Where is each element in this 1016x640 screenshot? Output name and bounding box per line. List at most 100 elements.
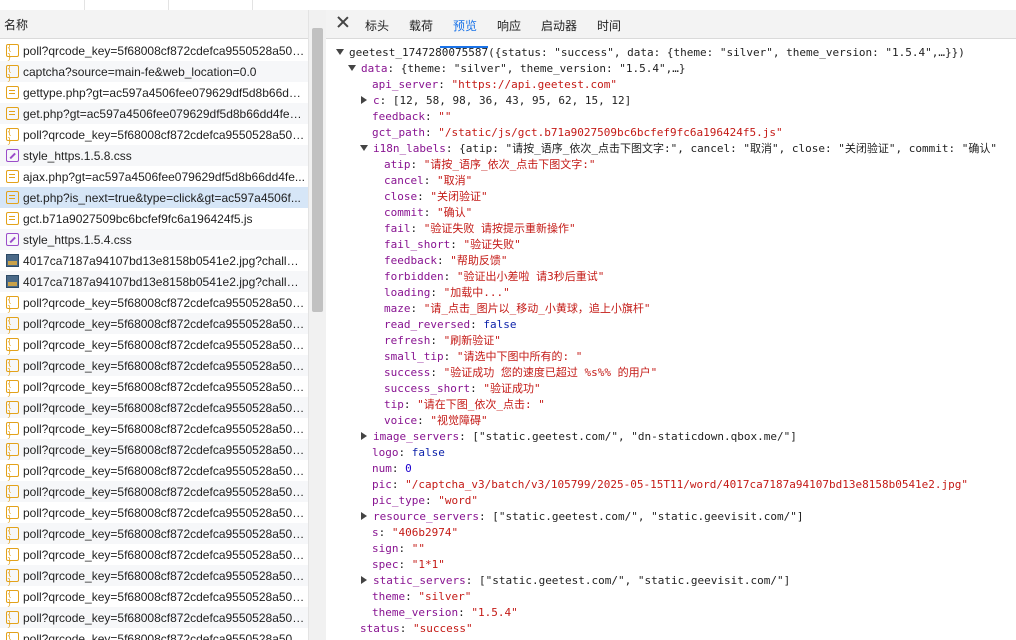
tree-line[interactable]: static_servers: ["static.geetest.com/", … bbox=[360, 573, 790, 589]
expanded-arrow-icon[interactable] bbox=[348, 65, 356, 71]
fetch-icon bbox=[6, 43, 19, 61]
request-row[interactable]: poll?qrcode_key=5f68008cf872cdefca955052… bbox=[0, 124, 308, 145]
request-row[interactable]: poll?qrcode_key=5f68008cf872cdefca955052… bbox=[0, 586, 308, 607]
request-name: 4017ca7187a94107bd13e8158b0541e2.jpg?cha… bbox=[23, 274, 305, 289]
json-value: : bbox=[424, 126, 439, 139]
tree-line: atip: "请按_语序_依次_点击下图文字:" bbox=[384, 157, 596, 173]
collapsed-arrow-icon[interactable] bbox=[361, 432, 367, 440]
request-row[interactable]: 4017ca7187a94107bd13e8158b0541e2.jpg?cha… bbox=[0, 250, 308, 271]
tab-payload[interactable]: 载荷 bbox=[409, 17, 433, 34]
request-row[interactable]: poll?qrcode_key=5f68008cf872cdefca955052… bbox=[0, 460, 308, 481]
request-row[interactable]: poll?qrcode_key=5f68008cf872cdefca955052… bbox=[0, 628, 308, 640]
tree-line[interactable]: geetest_1747280075587({status: "success"… bbox=[336, 45, 965, 61]
request-name: poll?qrcode_key=5f68008cf872cdefca955052… bbox=[23, 43, 305, 58]
request-name: poll?qrcode_key=5f68008cf872cdefca955052… bbox=[23, 547, 305, 562]
json-value: "关闭验证" bbox=[430, 190, 488, 203]
expanded-arrow-icon[interactable] bbox=[336, 49, 344, 55]
request-row[interactable]: poll?qrcode_key=5f68008cf872cdefca955052… bbox=[0, 481, 308, 502]
column-name-header[interactable]: 名称 bbox=[4, 16, 28, 33]
request-row[interactable]: poll?qrcode_key=5f68008cf872cdefca955052… bbox=[0, 523, 308, 544]
request-row[interactable]: poll?qrcode_key=5f68008cf872cdefca955052… bbox=[0, 355, 308, 376]
json-key: forbidden bbox=[384, 270, 444, 283]
tree-line: small_tip: "请选中下图中所有的: " bbox=[384, 349, 582, 365]
json-value: : bbox=[410, 158, 424, 171]
request-name: poll?qrcode_key=5f68008cf872cdefca955052… bbox=[23, 316, 305, 331]
collapsed-arrow-icon[interactable] bbox=[361, 576, 367, 584]
tab-response[interactable]: 响应 bbox=[497, 17, 521, 34]
request-name: poll?qrcode_key=5f68008cf872cdefca955052… bbox=[23, 400, 305, 415]
request-row[interactable]: poll?qrcode_key=5f68008cf872cdefca955052… bbox=[0, 607, 308, 628]
request-row[interactable]: get.php?gt=ac597a4506fee079629df5d8b66dd… bbox=[0, 103, 308, 124]
request-row[interactable]: gct.b71a9027509bc6bcfef9fc6a196424f5.js bbox=[0, 208, 308, 229]
tree-line: sign: "" bbox=[372, 541, 425, 557]
tab-initiator[interactable]: 启动器 bbox=[541, 17, 577, 34]
json-key: tip bbox=[384, 398, 404, 411]
json-key: theme_version bbox=[372, 606, 459, 619]
request-row[interactable]: poll?qrcode_key=5f68008cf872cdefca955052… bbox=[0, 439, 308, 460]
request-list-header[interactable]: 名称 bbox=[0, 10, 308, 39]
request-row[interactable]: get.php?is_next=true&type=click&gt=ac597… bbox=[0, 187, 308, 208]
json-key: data bbox=[361, 62, 388, 75]
expanded-arrow-icon[interactable] bbox=[360, 145, 368, 151]
json-key: cancel bbox=[384, 174, 424, 187]
request-list-scrollbar[interactable] bbox=[308, 10, 326, 640]
request-name: poll?qrcode_key=5f68008cf872cdefca955052… bbox=[23, 379, 305, 394]
tab-timing[interactable]: 时间 bbox=[597, 17, 621, 34]
request-row[interactable]: poll?qrcode_key=5f68008cf872cdefca955052… bbox=[0, 565, 308, 586]
tab-headers[interactable]: 标头 bbox=[365, 17, 389, 34]
request-row[interactable]: ajax.php?gt=ac597a4506fee079629df5d8b66d… bbox=[0, 166, 308, 187]
request-name: poll?qrcode_key=5f68008cf872cdefca955052… bbox=[23, 526, 305, 541]
request-row[interactable]: style_https.1.5.8.css bbox=[0, 145, 308, 166]
tree-line: theme: "silver" bbox=[372, 589, 471, 605]
request-name: poll?qrcode_key=5f68008cf872cdefca955052… bbox=[23, 463, 305, 478]
request-row[interactable]: poll?qrcode_key=5f68008cf872cdefca955052… bbox=[0, 397, 308, 418]
json-value: : bbox=[470, 382, 484, 395]
tree-line: success: "验证成功 您的速度已超过 %s%% 的用户" bbox=[384, 365, 657, 381]
request-row[interactable]: poll?qrcode_key=5f68008cf872cdefca955052… bbox=[0, 544, 308, 565]
request-row[interactable]: captcha?source=main-fe&web_location=0.0 bbox=[0, 61, 308, 82]
tree-line: theme_version: "1.5.4" bbox=[372, 605, 518, 621]
fetch-icon bbox=[6, 505, 19, 523]
tree-line: close: "关闭验证" bbox=[384, 189, 488, 205]
request-row[interactable]: poll?qrcode_key=5f68008cf872cdefca955052… bbox=[0, 418, 308, 439]
close-icon[interactable] bbox=[336, 15, 350, 29]
request-row[interactable]: poll?qrcode_key=5f68008cf872cdefca955052… bbox=[0, 40, 308, 61]
json-value: "406b2974" bbox=[391, 526, 459, 539]
scrollbar-thumb[interactable] bbox=[312, 28, 323, 312]
json-key: maze bbox=[384, 302, 411, 315]
json-value: : bbox=[458, 606, 472, 619]
fetch-icon bbox=[6, 127, 19, 145]
tree-line[interactable]: data: {theme: "silver", theme_version: "… bbox=[348, 61, 686, 77]
collapsed-arrow-icon[interactable] bbox=[361, 96, 367, 104]
fetch-icon bbox=[6, 400, 19, 418]
json-value: : bbox=[405, 590, 419, 603]
request-name: poll?qrcode_key=5f68008cf872cdefca955052… bbox=[23, 421, 305, 436]
tree-line: pic: "/captcha_v3/batch/v3/105799/2025-0… bbox=[372, 477, 968, 493]
request-row[interactable]: poll?qrcode_key=5f68008cf872cdefca955052… bbox=[0, 502, 308, 523]
json-value: "验证失败 请按提示重新操作" bbox=[423, 222, 576, 235]
tree-line[interactable]: resource_servers: ["static.geetest.com/"… bbox=[360, 509, 803, 525]
fetch-icon bbox=[6, 295, 19, 313]
request-row[interactable]: style_https.1.5.4.css bbox=[0, 229, 308, 250]
request-name: poll?qrcode_key=5f68008cf872cdefca955052… bbox=[23, 610, 305, 625]
json-key: read_reversed bbox=[384, 318, 471, 331]
request-row[interactable]: poll?qrcode_key=5f68008cf872cdefca955052… bbox=[0, 376, 308, 397]
collapsed-arrow-icon[interactable] bbox=[361, 512, 367, 520]
request-row[interactable]: gettype.php?gt=ac597a4506fee079629df5d8b… bbox=[0, 82, 308, 103]
tree-line[interactable]: i18n_labels: {atip: "请按_语序_依次_点击下图文字:", … bbox=[360, 141, 997, 157]
json-value: : bbox=[398, 558, 412, 571]
tree-line: commit: "确认" bbox=[384, 205, 472, 221]
tree-line[interactable]: image_servers: ["static.geetest.com/", "… bbox=[360, 429, 797, 445]
fetch-icon bbox=[6, 484, 19, 502]
tree-line[interactable]: c: [12, 58, 98, 36, 43, 95, 62, 15, 12] bbox=[360, 93, 631, 109]
request-row[interactable]: poll?qrcode_key=5f68008cf872cdefca955052… bbox=[0, 334, 308, 355]
json-value: geetest_1747280075587({status: "success"… bbox=[349, 46, 965, 59]
json-key: gct_path bbox=[372, 126, 425, 139]
request-row[interactable]: poll?qrcode_key=5f68008cf872cdefca955052… bbox=[0, 313, 308, 334]
tab-preview[interactable]: 预览 bbox=[453, 17, 477, 34]
request-row[interactable]: poll?qrcode_key=5f68008cf872cdefca955052… bbox=[0, 292, 308, 313]
json-value: "视觉障碍" bbox=[430, 414, 488, 427]
json-key: commit bbox=[384, 206, 424, 219]
json-value: : ["static.geetest.com/", "static.geevis… bbox=[465, 574, 791, 587]
request-row[interactable]: 4017ca7187a94107bd13e8158b0541e2.jpg?cha… bbox=[0, 271, 308, 292]
